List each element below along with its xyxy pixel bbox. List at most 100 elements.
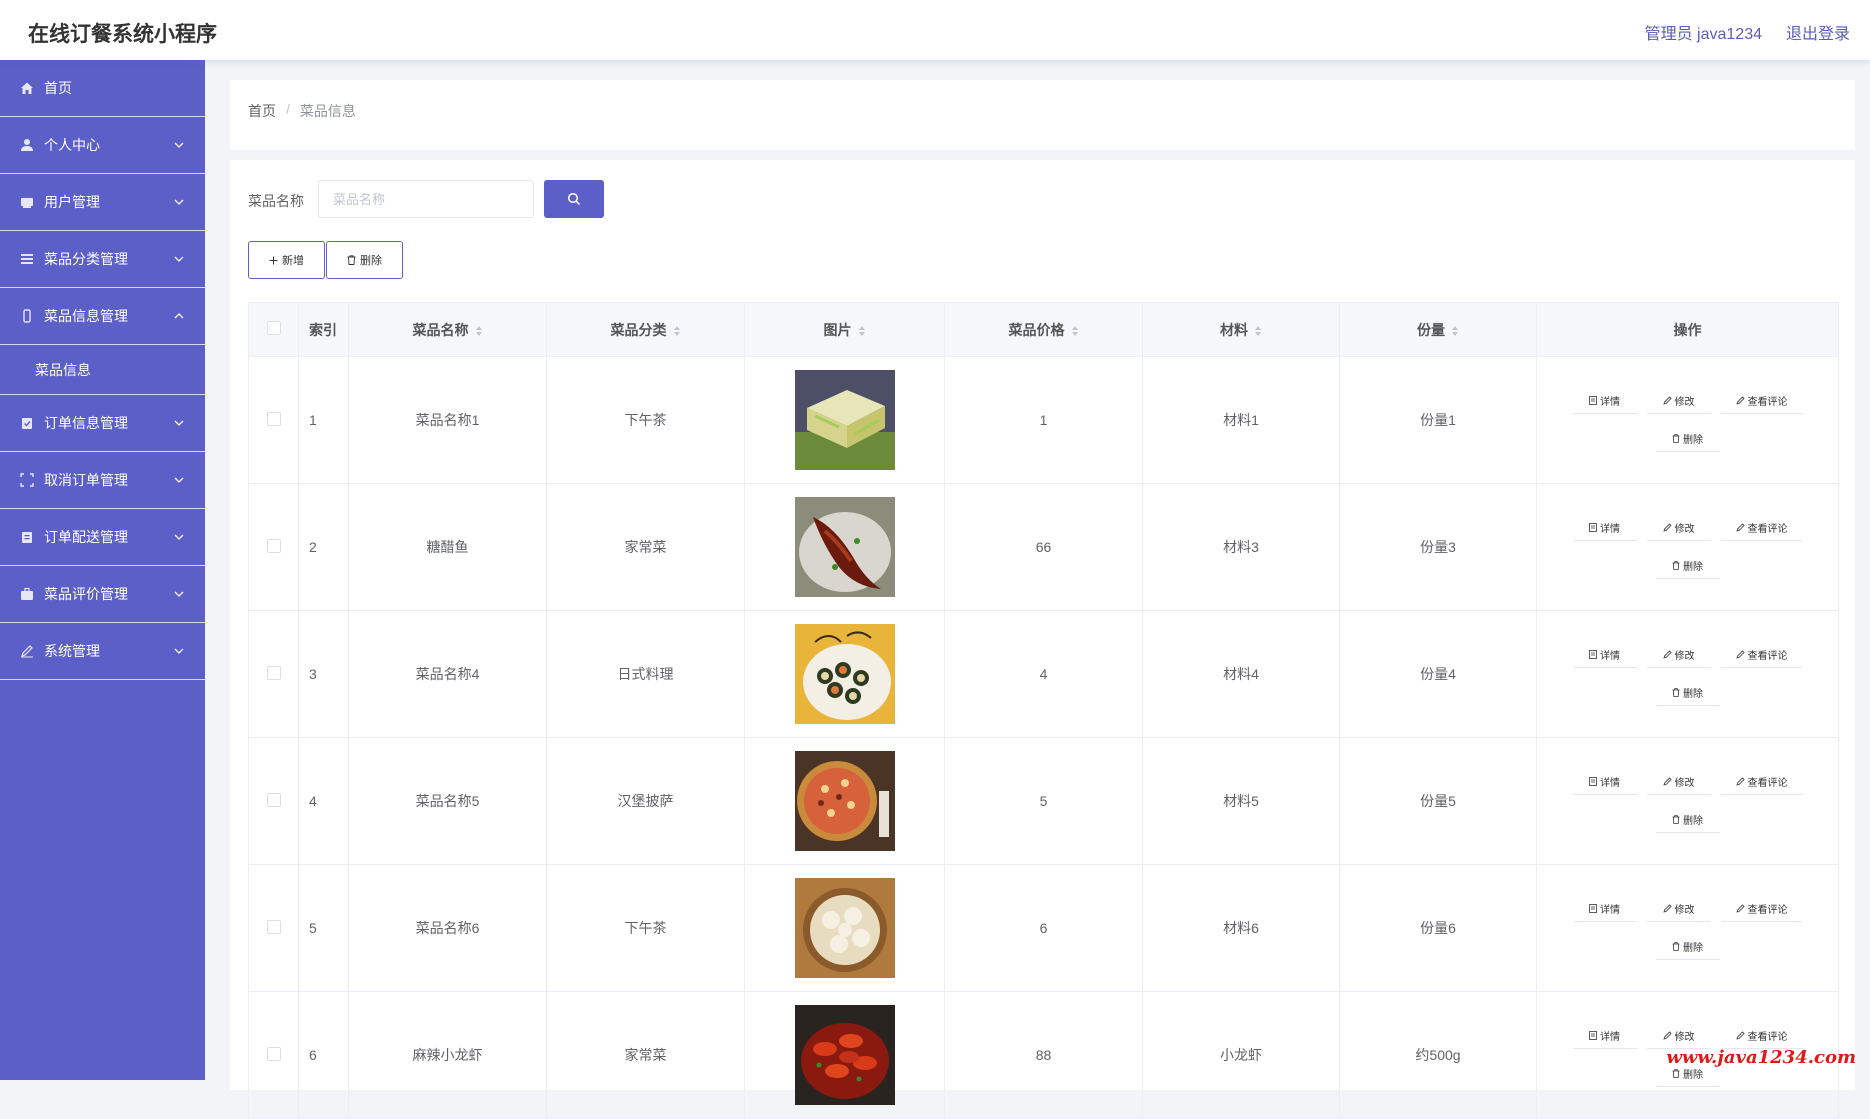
row-actions: 详情 修改 查看评论 删除 <box>1537 865 1839 992</box>
edit-label: 修改 <box>1675 901 1695 916</box>
row-index: 1 <box>299 357 349 484</box>
row-checkbox[interactable] <box>267 793 281 807</box>
select-all-checkbox[interactable] <box>267 321 281 335</box>
edit-button[interactable]: 修改 <box>1647 769 1711 795</box>
edit-icon <box>1663 523 1672 532</box>
edit-button[interactable]: 修改 <box>1647 896 1711 922</box>
sidebar-item-order-info-management[interactable]: 订单信息管理 <box>0 395 205 452</box>
trash-icon <box>1672 815 1680 824</box>
document-icon <box>1589 904 1597 913</box>
detail-button[interactable]: 详情 <box>1573 769 1637 795</box>
sidebar-item-system-management[interactable]: 系统管理 <box>0 623 205 680</box>
view-comments-button[interactable]: 查看评论 <box>1721 642 1803 668</box>
column-header-name[interactable]: 菜品名称 <box>349 303 547 357</box>
detail-button[interactable]: 详情 <box>1573 515 1637 541</box>
sidebar-item-delivery-management[interactable]: 订单配送管理 <box>0 509 205 566</box>
edit-icon <box>1736 523 1745 532</box>
sidebar-item-label: 系统管理 <box>44 641 100 661</box>
edit-button[interactable]: 修改 <box>1647 515 1711 541</box>
trash-icon <box>1672 688 1680 697</box>
search-input[interactable] <box>318 180 534 218</box>
sidebar-subitem-dish-info[interactable]: 菜品信息 <box>0 345 205 395</box>
view-comments-button[interactable]: 查看评论 <box>1721 769 1803 795</box>
column-header-category[interactable]: 菜品分类 <box>547 303 745 357</box>
select-all-cell <box>249 303 299 357</box>
view-comments-label: 查看评论 <box>1748 1028 1788 1043</box>
delete-button[interactable]: 删除 <box>1656 680 1720 706</box>
column-header-label: 菜品分类 <box>611 322 667 338</box>
detail-button[interactable]: 详情 <box>1573 642 1637 668</box>
delete-label: 删除 <box>1683 1066 1703 1081</box>
edit-icon <box>1736 396 1745 405</box>
chevron-down-icon <box>173 531 185 543</box>
batch-delete-button[interactable]: 删除 <box>326 241 403 279</box>
table-header-row: 索引 菜品名称 菜品分类 图片 菜品价格 材料 份量 操作 <box>249 303 1839 357</box>
column-header-label: 图片 <box>824 322 852 338</box>
sidebar-item-cancel-order-management[interactable]: 取消订单管理 <box>0 452 205 509</box>
table-row: 2 糖醋鱼 家常菜 66 材料3 份量3 <box>249 484 1839 611</box>
view-comments-button[interactable]: 查看评论 <box>1721 1023 1803 1049</box>
breadcrumb-home[interactable]: 首页 <box>248 101 276 121</box>
table-row: 5 菜品名称6 下午茶 6 材料6 份量6 <box>249 865 1839 992</box>
table-row: 1 菜品名称1 下午茶 1 材料1 份量1 <box>249 357 1839 484</box>
column-header-portion[interactable]: 份量 <box>1340 303 1537 357</box>
document-icon <box>1589 650 1597 659</box>
sidebar-item-dish-info-management[interactable]: 菜品信息管理 <box>0 288 205 345</box>
sidebar-item-label: 订单信息管理 <box>44 413 128 433</box>
dish-name: 菜品名称4 <box>349 611 547 738</box>
detail-button[interactable]: 详情 <box>1573 896 1637 922</box>
delete-button[interactable]: 删除 <box>1656 426 1720 452</box>
trash-icon <box>1672 434 1680 443</box>
phone-icon <box>20 309 34 323</box>
row-select-cell <box>249 865 299 992</box>
delete-button[interactable]: 删除 <box>1656 934 1720 960</box>
column-header-price[interactable]: 菜品价格 <box>945 303 1143 357</box>
row-checkbox[interactable] <box>267 666 281 680</box>
view-comments-button[interactable]: 查看评论 <box>1721 388 1803 414</box>
detail-label: 详情 <box>1600 647 1620 662</box>
edit-icon <box>1736 777 1745 786</box>
clipboard-icon <box>20 530 34 544</box>
sidebar-item-personal-center[interactable]: 个人中心 <box>0 117 205 174</box>
edit-button[interactable]: 修改 <box>1647 388 1711 414</box>
dish-portion: 份量6 <box>1340 865 1537 992</box>
dish-category: 下午茶 <box>547 865 745 992</box>
detail-button[interactable]: 详情 <box>1573 388 1637 414</box>
edit-label: 修改 <box>1675 393 1695 408</box>
edit-button[interactable]: 修改 <box>1647 642 1711 668</box>
add-button[interactable]: 新增 <box>248 241 325 279</box>
column-header-image[interactable]: 图片 <box>745 303 945 357</box>
sidebar-item-category-management[interactable]: 菜品分类管理 <box>0 231 205 288</box>
view-comments-button[interactable]: 查看评论 <box>1721 896 1803 922</box>
view-comments-label: 查看评论 <box>1748 647 1788 662</box>
row-checkbox[interactable] <box>267 539 281 553</box>
dish-price: 5 <box>945 738 1143 865</box>
delete-button[interactable]: 删除 <box>1656 553 1720 579</box>
trash-icon <box>1672 1069 1680 1078</box>
view-comments-button[interactable]: 查看评论 <box>1721 515 1803 541</box>
edit-button[interactable]: 修改 <box>1647 1023 1711 1049</box>
search-button[interactable] <box>544 180 604 218</box>
sidebar-item-label: 用户管理 <box>44 192 100 212</box>
sidebar-item-home[interactable]: 首页 <box>0 60 205 117</box>
sidebar-item-review-management[interactable]: 菜品评价管理 <box>0 566 205 623</box>
column-header-material[interactable]: 材料 <box>1143 303 1340 357</box>
edit-icon <box>1736 904 1745 913</box>
row-checkbox[interactable] <box>267 920 281 934</box>
row-checkbox[interactable] <box>267 412 281 426</box>
detail-label: 详情 <box>1600 901 1620 916</box>
chevron-down-icon <box>173 139 185 151</box>
chevron-down-icon <box>173 645 185 657</box>
sidebar-item-user-management[interactable]: 用户管理 <box>0 174 205 231</box>
logout-link[interactable]: 退出登录 <box>1786 20 1850 44</box>
detail-button[interactable]: 详情 <box>1573 1023 1637 1049</box>
sidebar-item-label: 首页 <box>44 78 72 98</box>
delete-label: 删除 <box>1683 812 1703 827</box>
table-row: 4 菜品名称5 汉堡披萨 5 材料5 份量5 <box>249 738 1839 865</box>
breadcrumb-separator: / <box>286 101 290 121</box>
row-checkbox[interactable] <box>267 1047 281 1061</box>
dish-image-cell <box>745 611 945 738</box>
edit-label: 修改 <box>1675 1028 1695 1043</box>
row-index: 4 <box>299 738 349 865</box>
delete-button[interactable]: 删除 <box>1656 807 1720 833</box>
